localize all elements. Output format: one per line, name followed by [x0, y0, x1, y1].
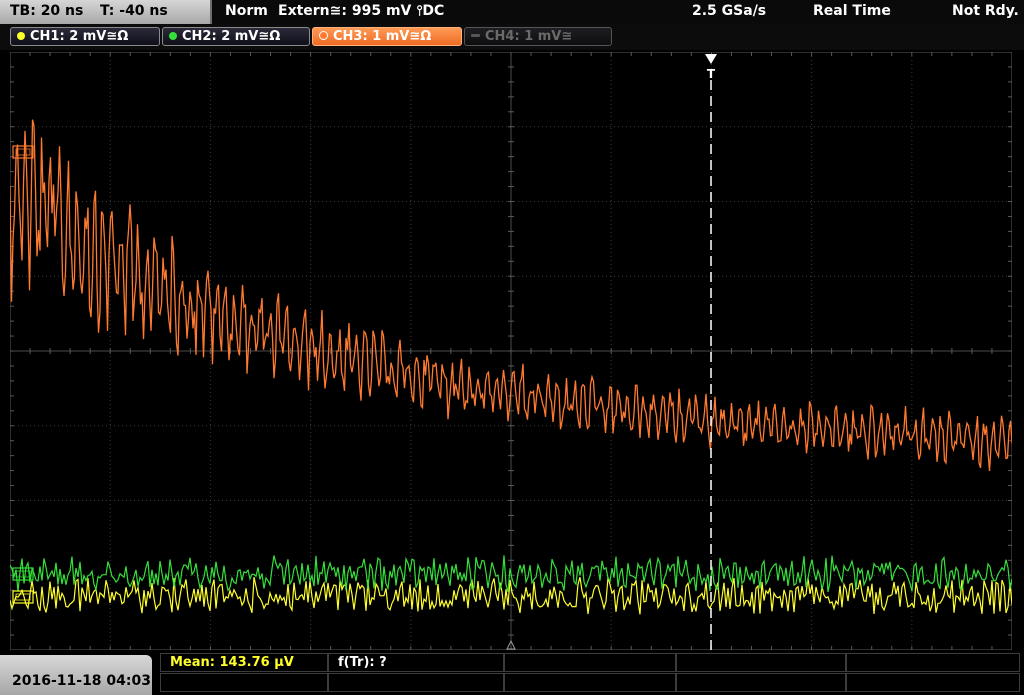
- datetime-box: 2016-11-18 04:03: [0, 655, 152, 695]
- measurement-bar: 2016-11-18 04:03 Mean: 143.76 µV f(Tr): …: [0, 651, 1024, 695]
- timebase-box[interactable]: TB: 20 ns T: -40 ns: [0, 0, 212, 24]
- channel-dot-icon: [17, 32, 25, 40]
- channel-label: CH4: 1 mV≅: [485, 29, 573, 44]
- channel-label: CH1: 2 mV≅Ω: [30, 29, 129, 44]
- channel-tab-ch4[interactable]: CH4: 1 mV≅: [464, 27, 612, 46]
- measurement-ftr[interactable]: f(Tr): ?: [338, 655, 387, 670]
- waveform-display[interactable]: T: [10, 52, 1012, 650]
- channel-dot-icon: [169, 32, 177, 40]
- channel-dot-icon: [471, 34, 480, 37]
- datetime-label: 2016-11-18 04:03: [12, 673, 151, 689]
- measurement-mean[interactable]: Mean: 143.76 µV: [170, 655, 294, 670]
- channel-tab-ch2[interactable]: CH2: 2 mV≅Ω: [162, 27, 310, 46]
- channel-tab-bar: CH1: 2 mV≅Ω CH2: 2 mV≅Ω CH3: 1 mV≅Ω CH4:…: [0, 24, 1024, 50]
- channel-label: CH2: 2 mV≅Ω: [182, 29, 281, 44]
- channel-label: CH3: 1 mV≅Ω: [333, 29, 432, 44]
- trigger-marker-label: T: [707, 67, 716, 81]
- trigger-mode-label[interactable]: Norm: [225, 3, 268, 19]
- trigger-source-label[interactable]: Extern≅: 995 mV ⫯DC: [278, 3, 444, 19]
- channel-tab-ch3[interactable]: CH3: 1 mV≅Ω: [312, 27, 462, 46]
- measurement-grid[interactable]: Mean: 143.76 µV f(Tr): ?: [160, 653, 1020, 693]
- status-bar: TB: 20 ns T: -40 ns Norm Extern≅: 995 mV…: [0, 0, 1024, 24]
- timebase-label: TB: 20 ns: [10, 3, 84, 19]
- trigger-time-label: T: -40 ns: [100, 3, 168, 19]
- channel-tab-ch1[interactable]: CH1: 2 mV≅Ω: [10, 27, 160, 46]
- channel-dot-icon: [319, 31, 328, 40]
- sample-rate-label[interactable]: 2.5 GSa/s: [692, 3, 766, 19]
- trigger-status-label: Not Rdy.: [952, 3, 1019, 19]
- acquisition-mode-label[interactable]: Real Time: [813, 3, 891, 19]
